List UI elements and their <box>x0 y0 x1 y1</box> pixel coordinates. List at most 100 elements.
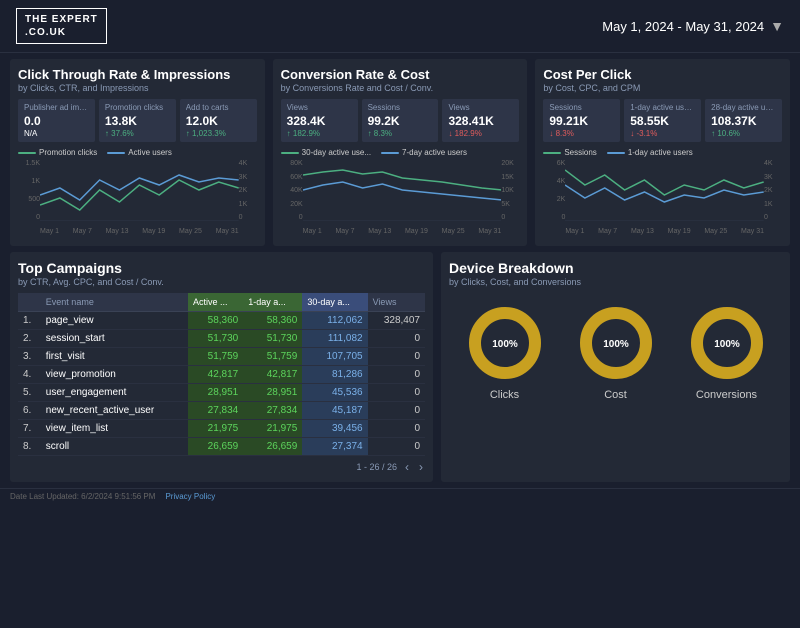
donut-row: 100% Clicks 100% Cost <box>449 303 782 401</box>
legend-label-1-1: Active users <box>128 148 172 157</box>
row-30day: 107,705 <box>302 348 367 366</box>
row-active: 51,759 <box>188 348 243 366</box>
metric-label-1-1: Promotion clicks <box>105 103 170 112</box>
campaigns-title: Top Campaigns <box>18 260 425 276</box>
chart-2: 30-day active use... 7-day active users … <box>281 148 520 238</box>
row-event-name: scroll <box>41 438 188 456</box>
legend-item-1-1: Active users <box>107 148 172 157</box>
table-pagination: 1 - 26 / 26 ‹ › <box>18 460 425 474</box>
panel-subtitle-1: by Clicks, CTR, and Impressions <box>18 83 257 93</box>
date-range[interactable]: May 1, 2024 - May 31, 2024 ▼ <box>602 18 784 34</box>
row-30day: 112,062 <box>302 312 367 330</box>
row-1day: 21,975 <box>243 420 302 438</box>
line-chart-1 <box>40 160 239 221</box>
row-active: 58,360 <box>188 312 243 330</box>
chart-y-left-3: 6K4K2K0 <box>543 160 565 221</box>
col-active: Active ... <box>188 293 243 312</box>
row-1day: 26,659 <box>243 438 302 456</box>
footer-privacy-link[interactable]: Privacy Policy <box>165 492 215 501</box>
device-subtitle: by Clicks, Cost, and Conversions <box>449 277 782 287</box>
table-row: 3. first_visit 51,759 51,759 107,705 0 <box>18 348 425 366</box>
row-event-name: page_view <box>41 312 188 330</box>
metric-cards-2: Views 328.4K ↑ 182.9% Sessions 99.2K ↑ 8… <box>281 99 520 142</box>
metric-card-1-1: Promotion clicks 13.8K ↑ 37.6% <box>99 99 176 142</box>
metric-value-2-2: 328.41K <box>448 114 513 128</box>
donut-clicks: 100% Clicks <box>465 303 545 401</box>
logo-line1: THE EXPERT <box>25 13 98 26</box>
metric-label-1-0: Publisher ad impressions <box>24 103 89 112</box>
donut-conversions: 100% Conversions <box>687 303 767 401</box>
row-views: 0 <box>368 348 425 366</box>
row-views: 328,407 <box>368 312 425 330</box>
metric-cards-3: Sessions 99.21K ↓ 8.3% 1-day active user… <box>543 99 782 142</box>
panel-title-3: Cost Per Click <box>543 67 782 82</box>
chart-y-right-3: 4K3K2K1K0 <box>764 160 782 221</box>
legend-item-3-1: 1-day active users <box>607 148 693 157</box>
row-event-name: view_promotion <box>41 366 188 384</box>
metric-change-1-1: ↑ 37.6% <box>105 129 170 138</box>
line-chart-2 <box>303 160 502 221</box>
table-row: 8. scroll 26,659 26,659 27,374 0 <box>18 438 425 456</box>
legend-item-2-1: 7-day active users <box>381 148 467 157</box>
top-campaigns-panel: Top Campaigns by CTR, Avg. CPC, and Cost… <box>10 252 433 482</box>
row-active: 27,834 <box>188 402 243 420</box>
chart-y-left-1: 1.5K1K5000 <box>18 160 40 221</box>
panel-title-1: Click Through Rate & Impressions <box>18 67 257 82</box>
col-30day: 30-day a... <box>302 293 367 312</box>
metric-label-2-0: Views <box>287 103 352 112</box>
chart-area-3: 6K4K2K0 4K3K2K1K0 May 1May 7May 13May 19… <box>543 160 782 235</box>
bottom-row: Top Campaigns by CTR, Avg. CPC, and Cost… <box>10 252 790 482</box>
row-1day: 42,817 <box>243 366 302 384</box>
footer-date: Date Last Updated: 6/2/2024 9:51:56 PM <box>10 492 155 501</box>
metric-label-3-1: 1-day active users <box>630 103 695 112</box>
row-active: 26,659 <box>188 438 243 456</box>
svg-text:100%: 100% <box>603 339 629 350</box>
pagination-text: 1 - 26 / 26 <box>356 462 397 472</box>
chart-area-2: 80K60K40K20K0 20K15K10K5K0 May 1May 7May… <box>281 160 520 235</box>
donut-cost: 100% Cost <box>576 303 656 401</box>
row-30day: 45,536 <box>302 384 367 402</box>
pagination-next[interactable]: › <box>417 460 425 474</box>
metric-label-2-2: Views <box>448 103 513 112</box>
legend-label-2-0: 30-day active use... <box>302 148 371 157</box>
row-30day: 27,374 <box>302 438 367 456</box>
chart-y-right-1: 4K3K2K1K0 <box>239 160 257 221</box>
row-num: 5. <box>18 384 41 402</box>
chart-y-left-2: 80K60K40K20K0 <box>281 160 303 221</box>
row-active: 42,817 <box>188 366 243 384</box>
device-title: Device Breakdown <box>449 260 782 276</box>
row-1day: 27,834 <box>243 402 302 420</box>
legend-label-3-1: 1-day active users <box>628 148 693 157</box>
table-row: 6. new_recent_active_user 27,834 27,834 … <box>18 402 425 420</box>
row-1day: 28,951 <box>243 384 302 402</box>
row-30day: 45,187 <box>302 402 367 420</box>
row-views: 0 <box>368 366 425 384</box>
chart-area-1: 1.5K1K5000 4K3K2K1K0 May 1May 7May 13May… <box>18 160 257 235</box>
donut-label-conversions: Conversions <box>696 389 757 401</box>
metric-value-3-0: 99.21K <box>549 114 614 128</box>
metric-value-3-1: 58.55K <box>630 114 695 128</box>
metric-card-2-1: Sessions 99.2K ↑ 8.3% <box>362 99 439 142</box>
metric-value-3-2: 108.37K <box>711 114 776 128</box>
panel-subtitle-3: by Cost, CPC, and CPM <box>543 83 782 93</box>
metric-change-2-0: ↑ 182.9% <box>287 129 352 138</box>
row-event-name: first_visit <box>41 348 188 366</box>
date-range-text: May 1, 2024 - May 31, 2024 <box>602 19 764 34</box>
panel-subtitle-2: by Conversions Rate and Cost / Conv. <box>281 83 520 93</box>
row-active: 28,951 <box>188 384 243 402</box>
donut-chart-conversions: 100% <box>687 303 767 383</box>
metric-label-3-2: 28-day active users <box>711 103 776 112</box>
row-1day: 58,360 <box>243 312 302 330</box>
chart-3: Sessions 1-day active users 6K4K2K0 4K3K… <box>543 148 782 238</box>
chart-legend-1: Promotion clicks Active users <box>18 148 257 157</box>
row-1day: 51,730 <box>243 330 302 348</box>
row-1day: 51,759 <box>243 348 302 366</box>
row-num: 3. <box>18 348 41 366</box>
chart-x-labels-2: May 1May 7May 13May 19May 25May 31 <box>303 228 502 235</box>
metric-card-3-1: 1-day active users 58.55K ↓ -3.1% <box>624 99 701 142</box>
pagination-prev[interactable]: ‹ <box>403 460 411 474</box>
row-30day: 81,286 <box>302 366 367 384</box>
table-row: 1. page_view 58,360 58,360 112,062 328,4… <box>18 312 425 330</box>
metric-card-3-2: 28-day active users 108.37K ↑ 10.6% <box>705 99 782 142</box>
chart-legend-3: Sessions 1-day active users <box>543 148 782 157</box>
